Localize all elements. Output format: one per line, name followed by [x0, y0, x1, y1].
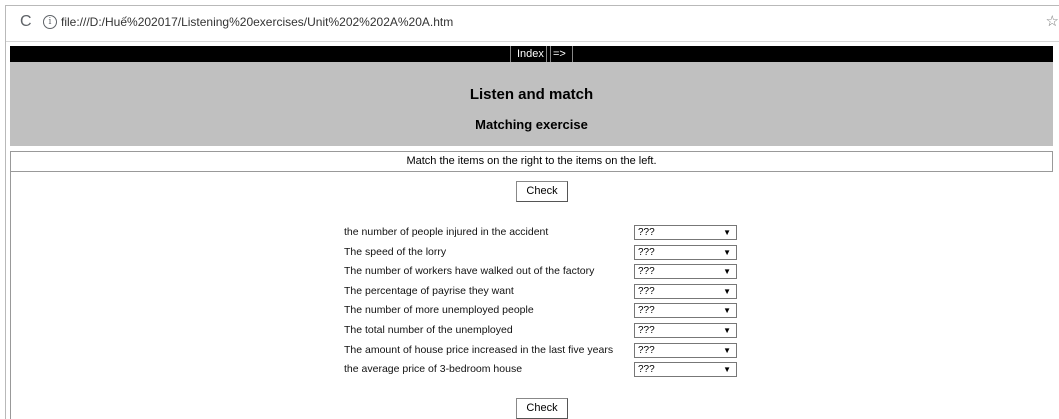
dropdown-arrow-icon: ▼	[723, 365, 731, 375]
match-item-label: The number of more unemployed people	[344, 304, 534, 317]
answer-select[interactable]: ??? ▼	[634, 362, 737, 378]
dropdown-arrow-icon: ▼	[723, 267, 731, 277]
check-button-top[interactable]: Check	[516, 181, 568, 202]
reload-icon[interactable]: C	[20, 13, 32, 31]
match-item-label: The number of workers have walked out of…	[344, 265, 595, 278]
match-item-label: The amount of house price increased in t…	[344, 343, 614, 356]
dropdown-arrow-icon: ▼	[723, 306, 731, 316]
answer-select[interactable]: ??? ▼	[634, 322, 737, 338]
header: Listen and match Matching exercise	[10, 62, 1053, 146]
answer-select[interactable]: ??? ▼	[634, 283, 737, 299]
answer-select[interactable]: ??? ▼	[634, 264, 737, 280]
address-bar[interactable]: C i file:///D:/Huế%202017/Listening%20ex…	[6, 6, 1059, 42]
page-subtitle: Matching exercise	[475, 117, 588, 132]
exercise-area	[10, 172, 1053, 419]
answer-select[interactable]: ??? ▼	[634, 342, 737, 358]
answer-select[interactable]: ??? ▼	[634, 225, 737, 240]
dropdown-arrow-icon: ▼	[723, 228, 731, 237]
answer-select[interactable]: ??? ▼	[634, 303, 737, 319]
dropdown-arrow-icon: ▼	[723, 247, 731, 257]
check-button-bottom[interactable]: Check	[516, 398, 568, 419]
instructions: Match the items on the right to the item…	[10, 151, 1053, 172]
dropdown-arrow-icon: ▼	[723, 286, 731, 296]
match-item-label: the average price of 3-bedroom house	[344, 363, 523, 376]
match-item-label: The total number of the unemployed	[344, 323, 513, 336]
nav-bar: Index =>	[10, 46, 1053, 62]
url-text[interactable]: file:///D:/Huế%202017/Listening%20exerci…	[61, 15, 453, 29]
bookmark-star-icon[interactable]: ☆	[1046, 12, 1059, 30]
index-link[interactable]: Index	[510, 46, 551, 62]
match-item-label: The percentage of payrise they want	[344, 284, 514, 297]
match-item-label: the number of people injured in the acci…	[344, 226, 549, 238]
dropdown-arrow-icon: ▼	[723, 345, 731, 355]
next-link[interactable]: =>	[546, 46, 573, 62]
page-title: Listen and match	[469, 86, 594, 103]
match-item-label: The speed of the lorry	[344, 245, 447, 258]
answer-select[interactable]: ??? ▼	[634, 244, 737, 260]
dropdown-arrow-icon: ▼	[723, 325, 731, 335]
info-icon[interactable]: i	[43, 15, 57, 29]
